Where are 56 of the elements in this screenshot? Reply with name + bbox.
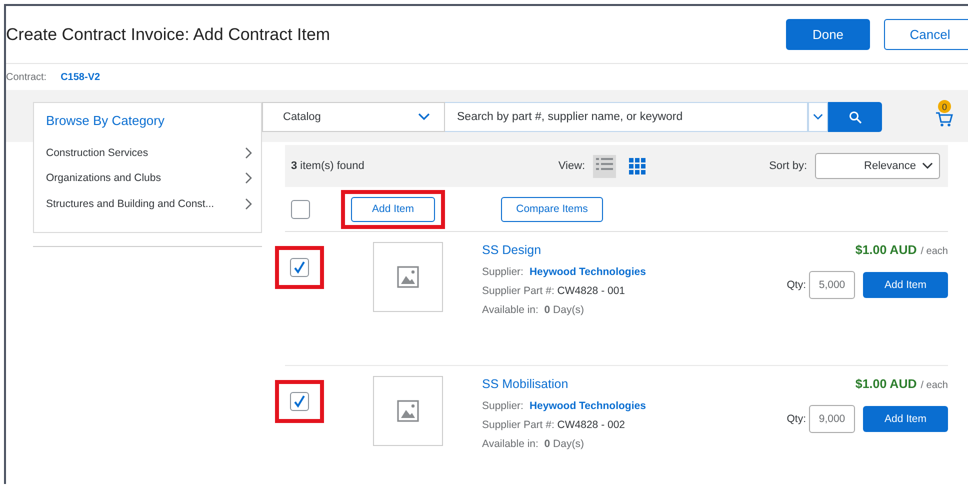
chevron-down-icon — [418, 113, 430, 121]
supplier-link[interactable]: Heywood Technologies — [529, 400, 646, 412]
availability-text: Available in: 0 Day(s) — [482, 304, 585, 316]
contract-link[interactable]: C158-V2 — [60, 72, 100, 82]
supplier-label: Supplier: — [482, 400, 524, 412]
checkbox[interactable] — [290, 258, 309, 277]
category-item[interactable]: Structures and Building and Const... — [46, 191, 261, 216]
image-icon — [397, 266, 419, 288]
checkbox[interactable] — [291, 200, 310, 218]
cancel-button[interactable]: Cancel — [884, 19, 968, 50]
category-item[interactable]: Construction Services — [46, 140, 261, 166]
checkbox[interactable] — [290, 392, 309, 411]
add-item-button[interactable]: Add Item — [863, 272, 948, 298]
part-number: CW4828 - 002 — [557, 419, 625, 431]
category-item[interactable]: Organizations and Clubs — [46, 166, 261, 191]
supplier-label: Supplier: — [482, 266, 524, 278]
sort-label: Sort by: — [769, 160, 807, 172]
availability-text: Available in: 0 Day(s) — [482, 438, 585, 450]
item-price: $1.00 AUD — [855, 377, 917, 391]
qty-field[interactable]: 9,000 — [809, 405, 855, 433]
cart-count: 0 — [938, 100, 951, 113]
chevron-right-icon — [245, 198, 253, 210]
chevron-down-icon — [922, 162, 933, 170]
qty-label: Qty: — [786, 413, 806, 425]
search-options-button[interactable] — [808, 102, 828, 132]
part-label: Supplier Part #: — [482, 285, 554, 297]
results-count: 3 item(s) found — [291, 160, 366, 172]
search-field[interactable]: Search by part #, supplier name, or keyword — [445, 102, 808, 132]
add-item-button[interactable]: Add Item — [863, 406, 948, 432]
image-icon — [397, 400, 419, 422]
search-icon — [848, 110, 862, 124]
scope-dropdown[interactable]: Catalog — [262, 102, 445, 132]
chevron-right-icon — [245, 172, 253, 184]
category-title: Browse By Category — [46, 113, 164, 128]
chevron-right-icon — [245, 146, 253, 159]
qty-field[interactable]: 5,000 — [809, 271, 855, 299]
item-name-link[interactable]: SS Design — [482, 243, 787, 257]
price-unit: / each — [920, 380, 948, 391]
contract-label: Contract: — [6, 72, 47, 82]
list-view-button[interactable] — [593, 154, 616, 178]
cart-button[interactable]: 0 — [935, 100, 953, 127]
done-button[interactable]: Done — [786, 19, 870, 50]
part-number: CW4828 - 001 — [557, 285, 625, 297]
supplier-link[interactable]: Heywood Technologies — [529, 266, 646, 278]
price-unit: / each — [920, 246, 948, 257]
compare-items-button[interactable]: Compare Items — [501, 196, 603, 222]
item-price: $1.00 AUD — [855, 243, 917, 257]
item-name-link[interactable]: SS Mobilisation — [482, 377, 787, 391]
search-button[interactable] — [828, 102, 882, 132]
chevron-down-icon — [813, 113, 823, 121]
sort-dropdown[interactable]: Relevance — [815, 153, 940, 179]
qty-label: Qty: — [786, 279, 806, 291]
view-label: View: — [558, 160, 586, 172]
window-title: Create Contract Invoice: Add Contract Item — [6, 24, 332, 44]
part-label: Supplier Part #: — [482, 419, 554, 431]
add-item-button[interactable]: Add Item — [351, 196, 435, 222]
